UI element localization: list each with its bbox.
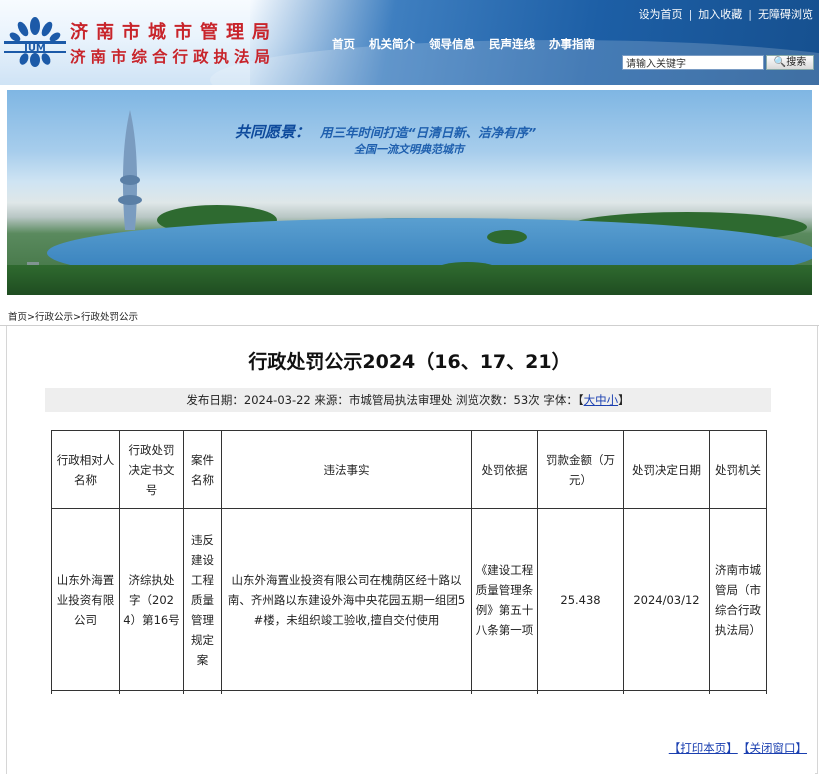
nav-item-home[interactable]: 首页 (332, 36, 355, 52)
table-cell-authority: 济南市城管局（市综合行政执法局） (709, 508, 767, 691)
font-size-medium[interactable]: 中 (595, 393, 607, 407)
nav-item-guide[interactable]: 办事指南 (549, 36, 595, 52)
table-cell-basis: 《建设工程质量管理条例》第五十八条第一项 (471, 508, 538, 691)
table-row: 山东外海置业投资有限公司 济综执处字（2024）第16号 违反建设工程质量管理规… (51, 508, 767, 691)
table-header-cell: 案件名称 (183, 430, 222, 509)
table-header-cell: 行政相对人名称 (51, 430, 120, 509)
site-header: JUM 济南市城市管理局 济南市综合行政执法局 设为首页 | 加入收藏 | 无障碍浏览 … (0, 0, 819, 85)
foreground-trees-decoration (7, 265, 812, 295)
article-meta: 发布日期：2024-03-22 来源：市城管局执法审理处 浏览次数：53次 字体… (45, 388, 771, 412)
table-header-cell: 罚款金额（万元） (537, 430, 624, 509)
city-logo-icon: JUM (4, 17, 66, 67)
main-nav: 首页 机关简介 领导信息 民声连线 办事指南 (332, 36, 595, 52)
print-page-link[interactable]: 【打印本页】 (669, 741, 738, 755)
spring-tower-icon (118, 110, 142, 230)
table-cell-doc-number: 济综执处字（2024）第16号 (119, 508, 184, 691)
table-cell-fine: 25.438 (537, 508, 624, 691)
table-header-cell: 处罚决定日期 (623, 430, 710, 509)
table-cell-facts: 山东外海置业投资有限公司在槐荫区经十路以南、齐州路以东建设外海中央花园五期一组团… (221, 508, 472, 691)
font-size-small[interactable]: 小 (607, 393, 619, 407)
top-links: 设为首页 | 加入收藏 | 无障碍浏览 (638, 8, 813, 21)
table-header-cell: 行政处罚决定书文号 (119, 430, 184, 509)
penalty-table: 行政相对人名称 行政处罚决定书文号 案件名称 违法事实 处罚依据 罚款金额（万元… (51, 430, 767, 731)
table-header-row: 行政相对人名称 行政处罚决定书文号 案件名称 违法事实 处罚依据 罚款金额（万元… (51, 430, 767, 509)
island-decoration (487, 230, 527, 244)
breadcrumb-penalty[interactable]: 行政处罚公示 (81, 312, 138, 323)
table-cell-case-name: 违反建设工程质量管理规定案 (183, 508, 222, 691)
page-actions: 【打印本页】 【关闭窗口】 (663, 740, 807, 756)
org-subtitle: 济南市综合行政执法局 (70, 47, 276, 66)
nav-item-about[interactable]: 机关简介 (369, 36, 415, 52)
nav-item-hotline[interactable]: 民声连线 (489, 36, 535, 52)
page-title: 行政处罚公示2024（16、17、21） (248, 351, 571, 373)
close-window-link[interactable]: 【关闭窗口】 (744, 741, 807, 755)
set-homepage-link[interactable]: 设为首页 (639, 8, 683, 21)
breadcrumb-home[interactable]: 首页 (8, 312, 27, 323)
table-cell-date: 2024/03/12 (623, 508, 710, 691)
font-size-large[interactable]: 大 (584, 393, 596, 407)
table-clip-mask (7, 694, 815, 774)
table-header-cell: 处罚机关 (709, 430, 767, 509)
svg-text:JUM: JUM (23, 43, 46, 54)
table-cell-party: 山东外海置业投资有限公司 (51, 508, 120, 691)
table-header-cell: 违法事实 (221, 430, 472, 509)
add-favorite-link[interactable]: 加入收藏 (698, 8, 742, 21)
accessibility-link[interactable]: 无障碍浏览 (758, 8, 813, 21)
breadcrumb: 首页>行政公示>行政处罚公示 (8, 312, 138, 323)
search-button[interactable]: 🔍搜索 (766, 55, 814, 70)
nav-item-leaders[interactable]: 领导信息 (429, 36, 475, 52)
table-header-cell: 处罚依据 (471, 430, 538, 509)
city-banner-image: 共同愿景： 用三年时间打造“日清日新、洁净有序” 全国一流文明典范城市 (7, 90, 812, 295)
banner-slogan: 共同愿景： 用三年时间打造“日清日新、洁净有序” (235, 123, 537, 141)
search-icon: 🔍 (773, 57, 787, 68)
page: JUM 济南市城市管理局 济南市综合行政执法局 设为首页 | 加入收藏 | 无障碍浏览 … (0, 0, 819, 779)
org-title: 济南市城市管理局 (70, 22, 278, 43)
search-input[interactable] (622, 55, 764, 70)
banner-slogan-line2: 全国一流文明典范城市 (354, 143, 464, 156)
breadcrumb-public[interactable]: 行政公示 (35, 312, 73, 323)
